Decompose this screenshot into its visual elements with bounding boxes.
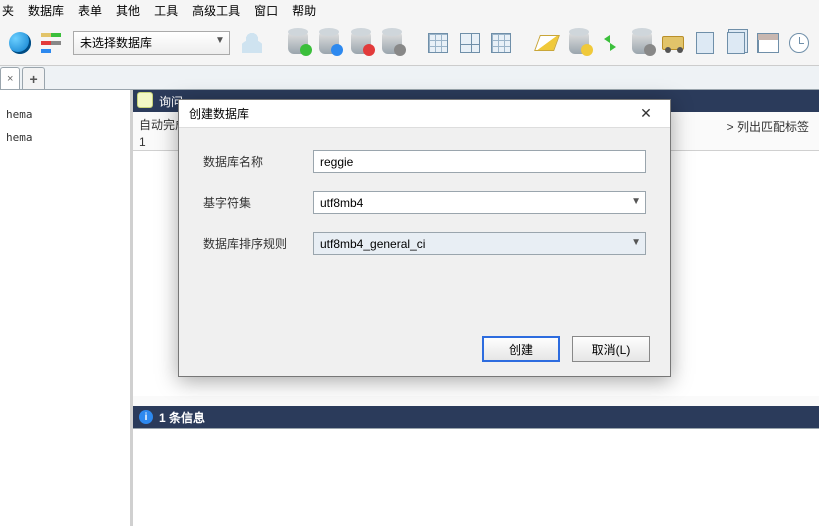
tab-strip: × + xyxy=(0,66,819,90)
chevron-down-icon: ▼ xyxy=(631,196,641,207)
sidebar: hema hema xyxy=(0,90,133,526)
eraser-button[interactable] xyxy=(534,28,561,58)
user-icon xyxy=(242,33,262,53)
database-selector-text: 未选择数据库 xyxy=(80,34,152,51)
sheet-icon xyxy=(696,32,714,54)
chevron-down-icon: ▼ xyxy=(215,35,225,46)
collation-select[interactable]: utf8mb4_general_ci ▼ xyxy=(313,232,646,255)
toolbar: 未选择数据库 ▼ xyxy=(0,20,819,66)
match-hint: > 列出匹配标签 xyxy=(727,118,809,135)
db-name-input[interactable] xyxy=(313,150,646,173)
db-action-1[interactable] xyxy=(284,28,311,58)
tab-close[interactable]: × xyxy=(0,67,20,89)
menu-item[interactable]: 高级工具 xyxy=(192,2,240,19)
menu-item[interactable]: 表单 xyxy=(78,2,102,19)
message-header: i 1 条信息 xyxy=(133,406,819,428)
create-database-dialog: 创建数据库 ✕ 数据库名称 基字符集 utf8mb4 ▼ 数据库排序规则 utf… xyxy=(178,99,671,377)
tree-button[interactable] xyxy=(37,28,64,58)
database-delete-icon xyxy=(351,32,371,54)
info-icon: i xyxy=(139,410,153,424)
menu-item[interactable]: 窗口 xyxy=(254,2,278,19)
table-action-1[interactable] xyxy=(425,28,452,58)
truck-button[interactable] xyxy=(660,28,687,58)
database-icon xyxy=(382,32,402,54)
truck-icon xyxy=(662,36,684,50)
collation-label: 数据库排序规则 xyxy=(203,235,313,252)
message-panel: i 1 条信息 xyxy=(133,406,819,526)
table-action-2[interactable] xyxy=(456,28,483,58)
calendar-icon xyxy=(757,33,779,53)
table-icon xyxy=(428,33,448,53)
sidebar-item[interactable]: hema xyxy=(6,131,124,144)
table-view-icon xyxy=(491,33,511,53)
clock-button[interactable] xyxy=(786,28,813,58)
sheets-icon xyxy=(727,32,745,54)
calendar-button[interactable] xyxy=(754,28,781,58)
charset-label: 基字符集 xyxy=(203,194,313,211)
charset-select[interactable]: utf8mb4 ▼ xyxy=(313,191,646,214)
dialog-close-button[interactable]: ✕ xyxy=(632,104,660,124)
dialog-title: 创建数据库 xyxy=(189,105,249,122)
database-refresh-icon xyxy=(569,32,589,54)
chevron-down-icon: ▼ xyxy=(631,237,641,248)
message-header-text: 1 条信息 xyxy=(159,409,205,426)
connect-button[interactable] xyxy=(6,28,33,58)
user-button[interactable] xyxy=(238,28,265,58)
db-action-6[interactable] xyxy=(628,28,655,58)
eraser-icon xyxy=(535,35,561,51)
menu-item[interactable]: 帮助 xyxy=(292,2,316,19)
db-name-label: 数据库名称 xyxy=(203,153,313,170)
menu-item[interactable]: 其他 xyxy=(116,2,140,19)
dialog-titlebar: 创建数据库 ✕ xyxy=(179,100,670,128)
table-action-3[interactable] xyxy=(488,28,515,58)
db-action-2[interactable] xyxy=(316,28,343,58)
swap-button[interactable] xyxy=(597,28,624,58)
sidebar-item[interactable]: hema xyxy=(6,108,124,121)
menu-item[interactable]: 工具 xyxy=(154,2,178,19)
collation-value: utf8mb4_general_ci xyxy=(320,237,425,251)
table-edit-icon xyxy=(460,33,480,53)
menu-item[interactable]: 数据库 xyxy=(28,2,64,19)
database-edit-icon xyxy=(319,32,339,54)
tab-add[interactable]: + xyxy=(22,67,44,89)
menu-item[interactable]: 夹 xyxy=(2,2,14,19)
menu-bar: 夹 数据库 表单 其他 工具 高级工具 窗口 帮助 xyxy=(0,0,819,20)
tree-icon xyxy=(41,33,61,53)
search-icon xyxy=(137,92,153,108)
create-button[interactable]: 创建 xyxy=(482,336,560,362)
clock-icon xyxy=(789,33,809,53)
swap-icon xyxy=(600,33,620,53)
close-icon: × xyxy=(7,73,13,85)
message-body xyxy=(133,428,819,526)
database-sync-icon xyxy=(632,32,652,54)
sheet-button[interactable] xyxy=(691,28,718,58)
sheets-button[interactable] xyxy=(723,28,750,58)
db-action-5[interactable] xyxy=(565,28,592,58)
database-add-icon xyxy=(288,32,308,54)
db-action-4[interactable] xyxy=(378,28,405,58)
plus-icon: + xyxy=(29,71,37,87)
cancel-button[interactable]: 取消(L) xyxy=(572,336,650,362)
charset-value: utf8mb4 xyxy=(320,196,363,210)
database-selector[interactable]: 未选择数据库 ▼ xyxy=(73,31,230,55)
globe-icon xyxy=(9,32,31,54)
db-action-3[interactable] xyxy=(347,28,374,58)
